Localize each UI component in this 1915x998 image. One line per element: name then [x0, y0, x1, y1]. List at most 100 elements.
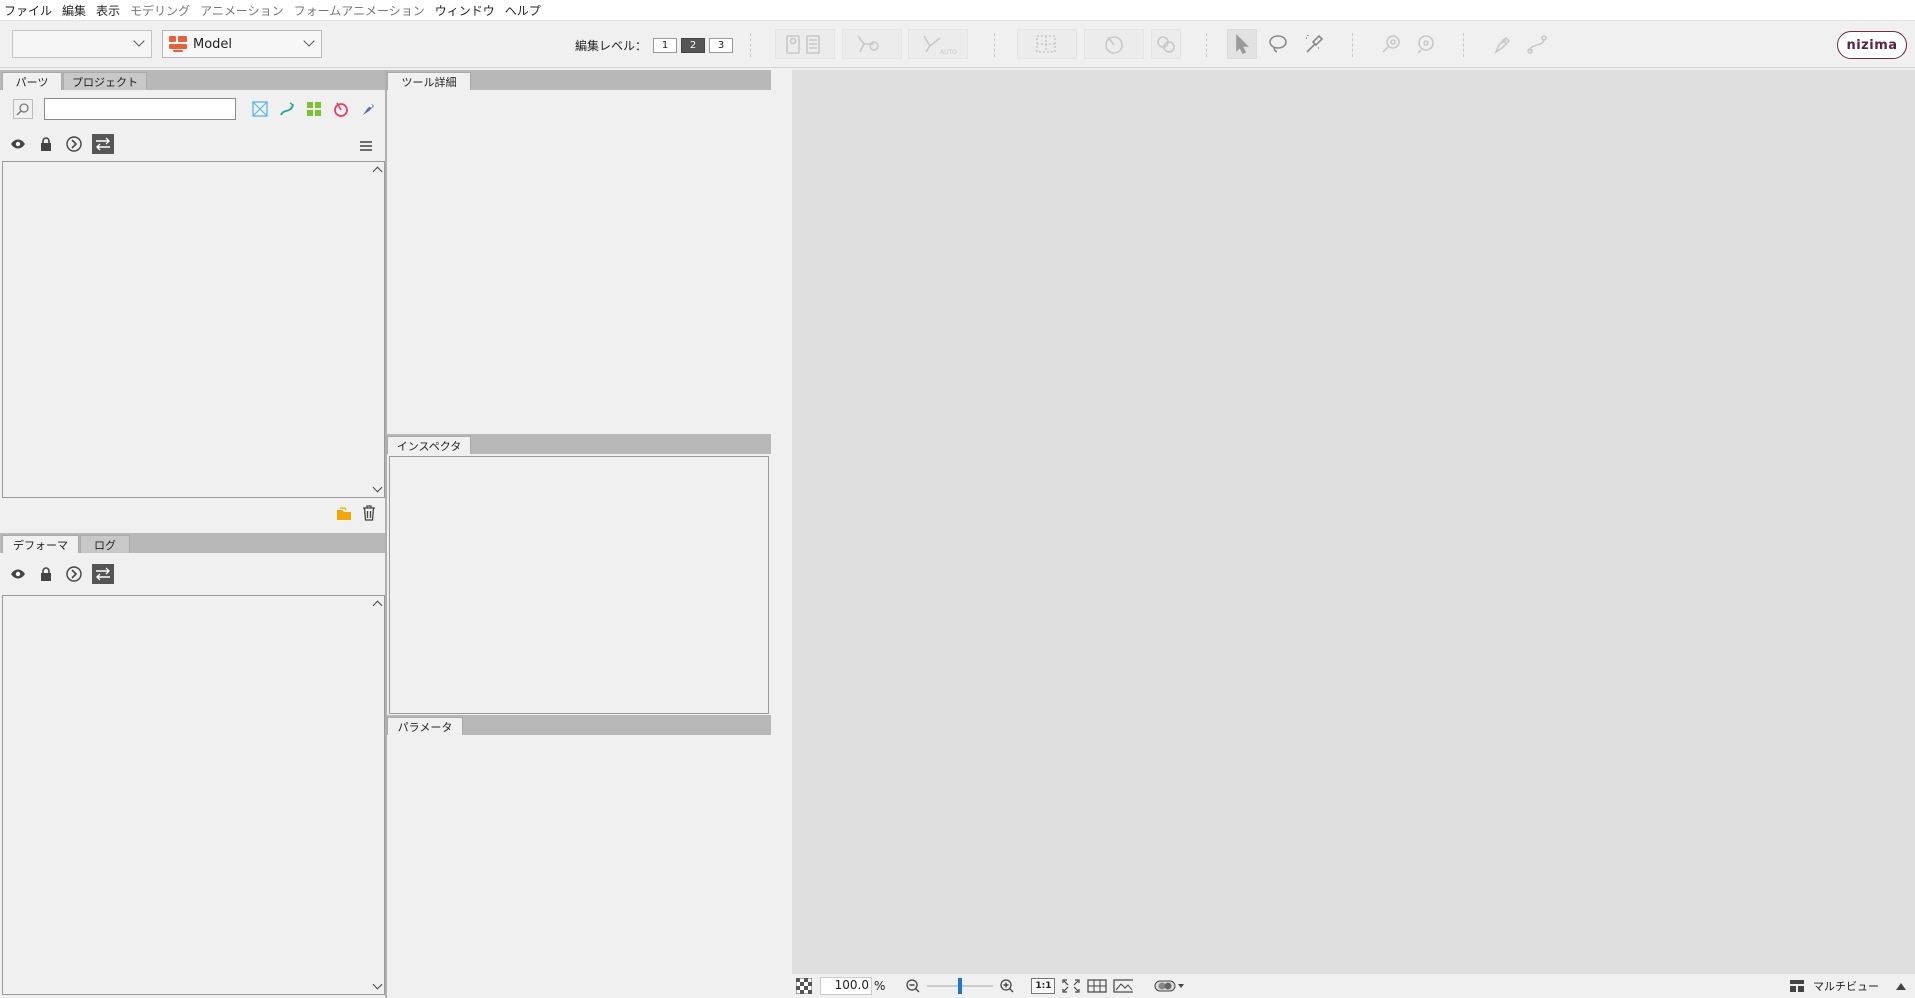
curve-icon	[1527, 35, 1547, 54]
zoom-slider[interactable]	[927, 978, 994, 994]
menu-animation[interactable]: アニメーション	[200, 2, 284, 19]
deformer-expand-toggle-button[interactable]	[64, 564, 84, 584]
tab-project[interactable]: プロジェクト	[63, 72, 147, 90]
parts-filter-icons	[250, 99, 386, 119]
filter-artmesh-button[interactable]	[250, 99, 270, 119]
deformer-path-button[interactable]	[1376, 29, 1406, 59]
parts-menu-button[interactable]	[356, 136, 376, 156]
nizima-logo-button[interactable]: nizima	[1837, 31, 1907, 59]
grid-toggle-button[interactable]	[1087, 976, 1108, 996]
multiview-layout-icon-button[interactable]	[1787, 976, 1807, 996]
folder-icon	[337, 507, 351, 520]
tab-tool-details[interactable]: ツール詳細	[387, 72, 471, 90]
filter-grid-button[interactable]	[304, 99, 324, 119]
tab-parts[interactable]: パーツ	[2, 72, 62, 90]
inspector-tabstrip: インスペクタ	[387, 434, 771, 454]
auto-mesh-button[interactable]: AUTO	[908, 29, 968, 59]
tab-parts-label: パーツ	[15, 75, 49, 89]
svg-text:AUTO: AUTO	[940, 49, 957, 56]
zoom-out-button[interactable]	[903, 976, 923, 996]
warp-filter-icon	[280, 102, 294, 116]
tab-log-label: ログ	[94, 538, 116, 552]
circle-arrow-right-icon	[66, 566, 82, 582]
deformer-tree-list[interactable]	[2, 595, 385, 995]
transparency-toggle-button[interactable]	[794, 976, 814, 996]
parameter-tabstrip: パラメータ	[387, 715, 771, 735]
warp-pin-button[interactable]	[1411, 29, 1441, 59]
brush-select-button[interactable]	[1299, 29, 1329, 59]
multiview-button[interactable]: マルチビュー	[1813, 978, 1879, 994]
scroll-down-icon[interactable]	[372, 482, 383, 493]
edit-level-3-button[interactable]: 3	[709, 38, 734, 53]
menu-help[interactable]: ヘルプ	[505, 2, 541, 19]
reference-toggle-button[interactable]	[1113, 976, 1134, 996]
lock-toggle-button[interactable]	[36, 134, 56, 154]
edit-level-2-button[interactable]: 2	[681, 38, 706, 53]
curve-tool-button[interactable]	[1522, 29, 1552, 59]
menu-view[interactable]: 表示	[96, 2, 120, 19]
deformer-visibility-toggle-button[interactable]	[8, 564, 28, 584]
document-select[interactable]	[12, 30, 152, 58]
lasso-tool-button[interactable]	[1263, 29, 1293, 59]
toolbar-separator	[750, 33, 751, 57]
fit-to-window-button[interactable]	[1061, 976, 1081, 996]
visibility-toggle-button[interactable]	[8, 134, 28, 154]
toolbar-separator	[1463, 33, 1464, 57]
tab-deformer[interactable]: デフォーマ	[2, 535, 79, 553]
tab-log[interactable]: ログ	[80, 535, 130, 553]
zoom-out-icon	[906, 979, 920, 993]
deformer-grid-button[interactable]	[1017, 29, 1077, 59]
create-mesh-button[interactable]	[775, 29, 835, 59]
deformer-tree-scrollbar[interactable]	[372, 596, 384, 994]
edit-mesh-button[interactable]	[842, 29, 902, 59]
new-folder-button[interactable]	[334, 504, 354, 524]
edit-level-1-button[interactable]: 1	[653, 38, 678, 53]
deformer-lock-toggle-button[interactable]	[36, 564, 56, 584]
parts-tree-scrollbar[interactable]	[372, 162, 384, 497]
rotation-deformer-icon	[1105, 36, 1123, 54]
multiview-expand-button[interactable]	[1891, 976, 1911, 996]
canvas-viewport[interactable]	[792, 70, 1915, 974]
display-mode-button[interactable]	[1153, 976, 1185, 996]
filter-warp-deformer-button[interactable]	[277, 99, 297, 119]
zoom-actual-size-button[interactable]: 1:1	[1031, 978, 1056, 994]
menu-modeling[interactable]: モデリング	[130, 2, 190, 19]
delete-button[interactable]	[359, 503, 379, 523]
search-icon	[16, 103, 29, 116]
viewport-statusbar: 100.0 % 1:1 マルチビュー	[792, 974, 1915, 998]
menu-file[interactable]: ファイル	[4, 2, 52, 19]
eye-icon	[11, 139, 25, 149]
zoom-value-input[interactable]: 100.0	[820, 977, 872, 995]
swap-order-button[interactable]	[92, 134, 114, 154]
tool-details-panel	[387, 90, 771, 433]
menu-bar: ファイル 編集 表示 モデリング アニメーション フォームアニメーション ウィン…	[0, 0, 1915, 20]
menu-window[interactable]: ウィンドウ	[435, 2, 495, 19]
expand-toggle-button[interactable]	[64, 134, 84, 154]
scroll-up-icon[interactable]	[372, 166, 383, 177]
arrow-cursor-icon	[1236, 34, 1249, 55]
tab-parameter[interactable]: パラメータ	[387, 717, 463, 735]
zoom-slider-thumb[interactable]	[958, 978, 963, 994]
scroll-down-icon[interactable]	[372, 979, 383, 990]
edit-level-label: 編集レベル：	[575, 39, 648, 53]
deformer-swap-order-button[interactable]	[92, 564, 114, 584]
model-select[interactable]: Model	[162, 30, 322, 58]
pen-tool-button[interactable]	[1487, 29, 1517, 59]
filter-rotation-button[interactable]	[331, 99, 351, 119]
zoom-in-button[interactable]	[997, 976, 1017, 996]
toolbar-separator	[994, 33, 995, 57]
parts-tree-list[interactable]	[2, 161, 385, 498]
scroll-up-icon[interactable]	[372, 600, 383, 611]
search-button[interactable]	[13, 99, 33, 119]
rotation-deformer-button[interactable]	[1084, 29, 1144, 59]
chevron-down-icon	[133, 35, 145, 47]
tab-inspector[interactable]: インスペクタ	[387, 436, 471, 454]
swap-arrows-icon	[96, 137, 110, 151]
filter-pin-button[interactable]	[358, 99, 378, 119]
glue-button[interactable]	[1151, 29, 1181, 59]
rotation-filter-icon	[334, 102, 348, 117]
select-tool-button[interactable]	[1227, 29, 1257, 59]
menu-form-animation[interactable]: フォームアニメーション	[294, 2, 425, 19]
parts-search-input[interactable]	[44, 98, 236, 120]
menu-edit[interactable]: 編集	[62, 2, 86, 19]
